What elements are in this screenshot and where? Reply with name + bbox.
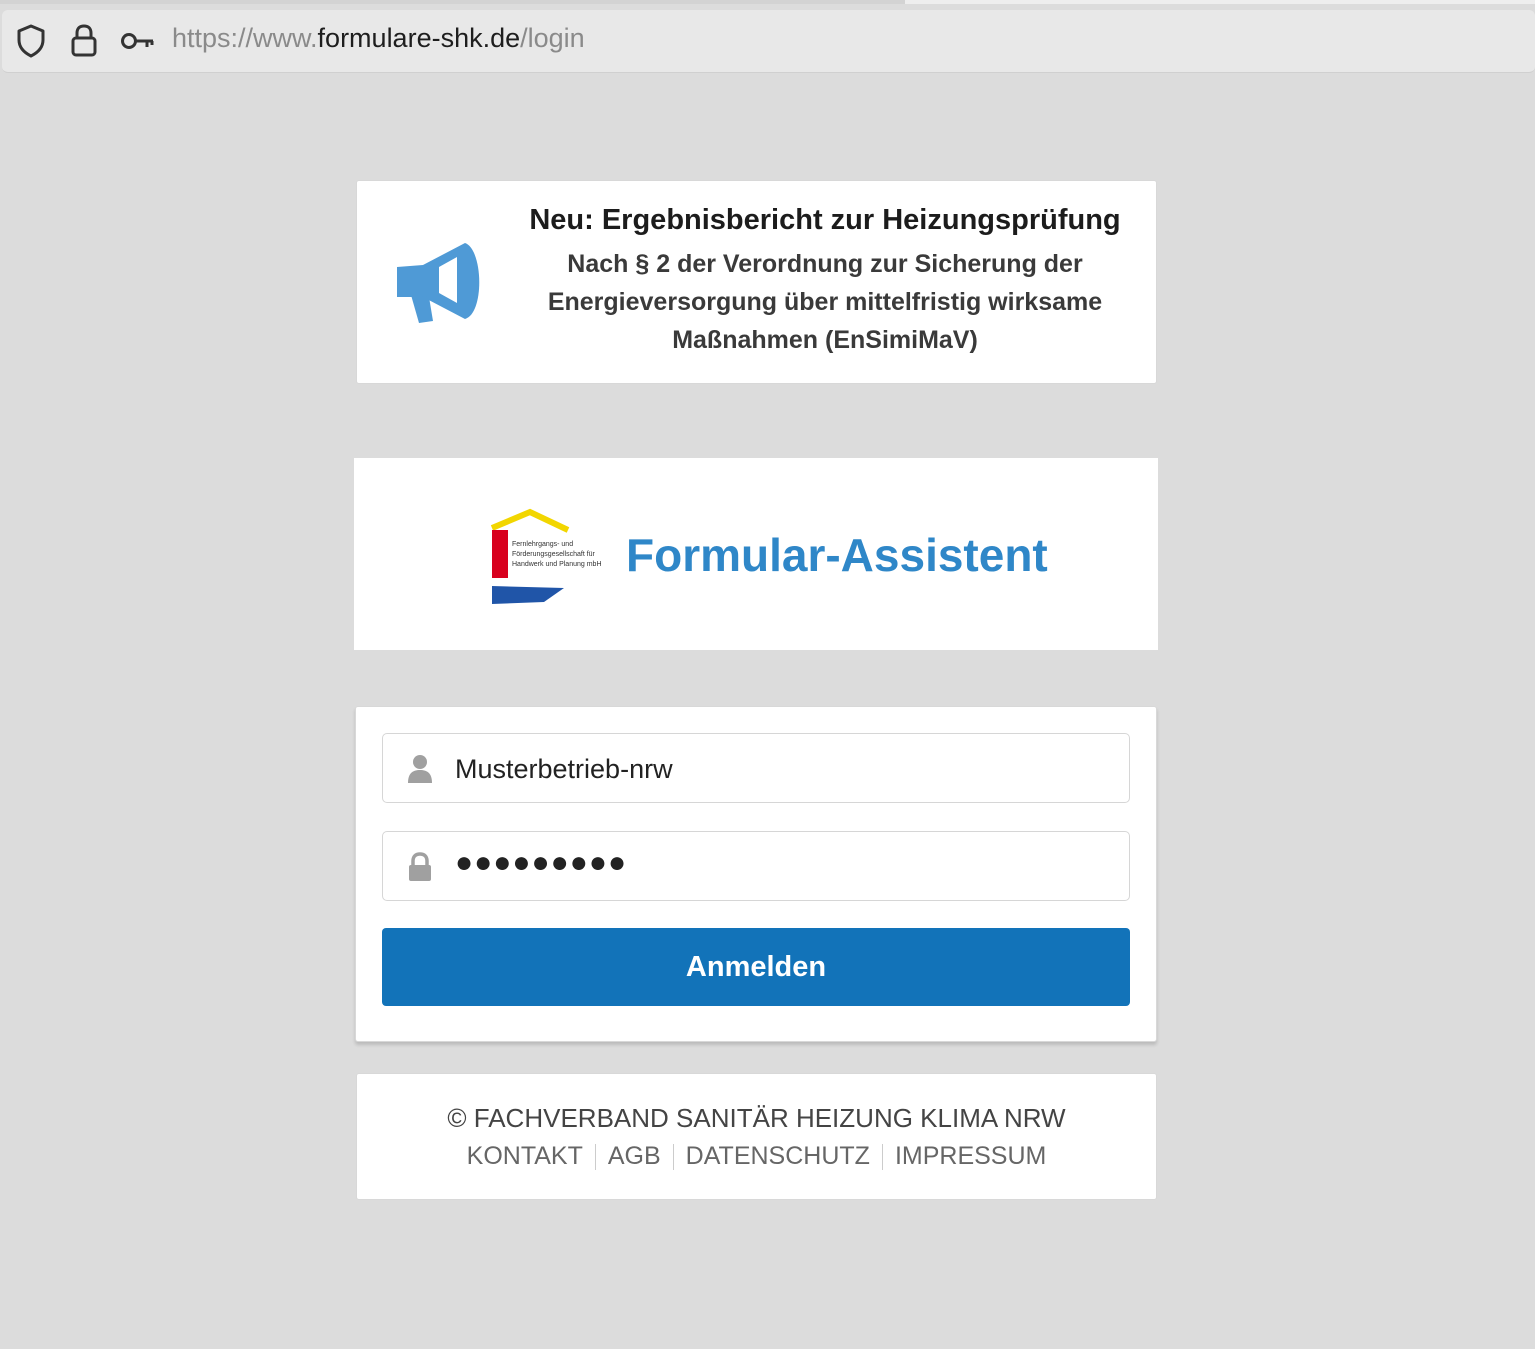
logo-text-line3: Handwerk und Planung mbH bbox=[512, 561, 602, 568]
address-bar[interactable]: https://www.formulare-shk.de/login bbox=[2, 10, 1535, 73]
copyright-text: © FACHVERBAND SANITÄR HEIZUNG KLIMA NRW bbox=[447, 1103, 1066, 1133]
app-title: Formular-Assistent bbox=[626, 529, 1048, 581]
padlock-icon bbox=[407, 852, 433, 887]
password-field[interactable]: ●●●●●●●●● bbox=[382, 831, 1130, 901]
footer-links: KONTAKT AGB DATENSCHUTZ IMPRESSUM bbox=[357, 1142, 1156, 1171]
logo-text-line1: Fernlehrgangs- und bbox=[512, 541, 573, 548]
shield-icon[interactable] bbox=[16, 24, 46, 63]
announcement-title: Neu: Ergebnisbericht zur Heizungsprüfung bbox=[529, 204, 1121, 236]
username-input[interactable]: Musterbetrieb-nrw bbox=[455, 754, 673, 785]
footer-card: © FACHVERBAND SANITÄR HEIZUNG KLIMA NRW … bbox=[356, 1073, 1157, 1200]
url-prefix: https://www. bbox=[172, 23, 318, 53]
user-icon bbox=[407, 754, 433, 789]
login-card: Musterbetrieb-nrw ●●●●●●●●● Anmelden bbox=[355, 706, 1157, 1042]
lock-icon[interactable] bbox=[70, 24, 98, 63]
url-text[interactable]: https://www.formulare-shk.de/login bbox=[172, 23, 585, 54]
password-input[interactable]: ●●●●●●●●● bbox=[455, 846, 627, 880]
url-host: formulare-shk.de bbox=[317, 23, 521, 53]
announcement-card: Neu: Ergebnisbericht zur Heizungsprüfung… bbox=[356, 180, 1157, 384]
tab-strip bbox=[0, 0, 1535, 4]
login-button[interactable]: Anmelden bbox=[382, 928, 1130, 1006]
footer-link-impressum[interactable]: IMPRESSUM bbox=[883, 1142, 1058, 1170]
footer-link-datenschutz[interactable]: DATENSCHUTZ bbox=[674, 1142, 882, 1170]
url-path: /login bbox=[520, 23, 585, 53]
footer-link-agb[interactable]: AGB bbox=[596, 1142, 673, 1170]
brand-card: Fernlehrgangs- und Förderungsgesellschaf… bbox=[354, 458, 1158, 650]
active-tab-indicator bbox=[0, 0, 905, 4]
logo-text-line2: Förderungsgesellschaft für bbox=[512, 551, 596, 558]
username-field[interactable]: Musterbetrieb-nrw bbox=[382, 733, 1130, 803]
key-icon[interactable] bbox=[120, 30, 156, 57]
announcement-body: Nach § 2 der Verordnung zur Sicherung de… bbox=[547, 250, 1103, 354]
footer-link-kontakt[interactable]: KONTAKT bbox=[455, 1142, 595, 1170]
company-logo: Fernlehrgangs- und Förderungsgesellschaf… bbox=[488, 508, 612, 613]
megaphone-icon bbox=[393, 239, 485, 330]
